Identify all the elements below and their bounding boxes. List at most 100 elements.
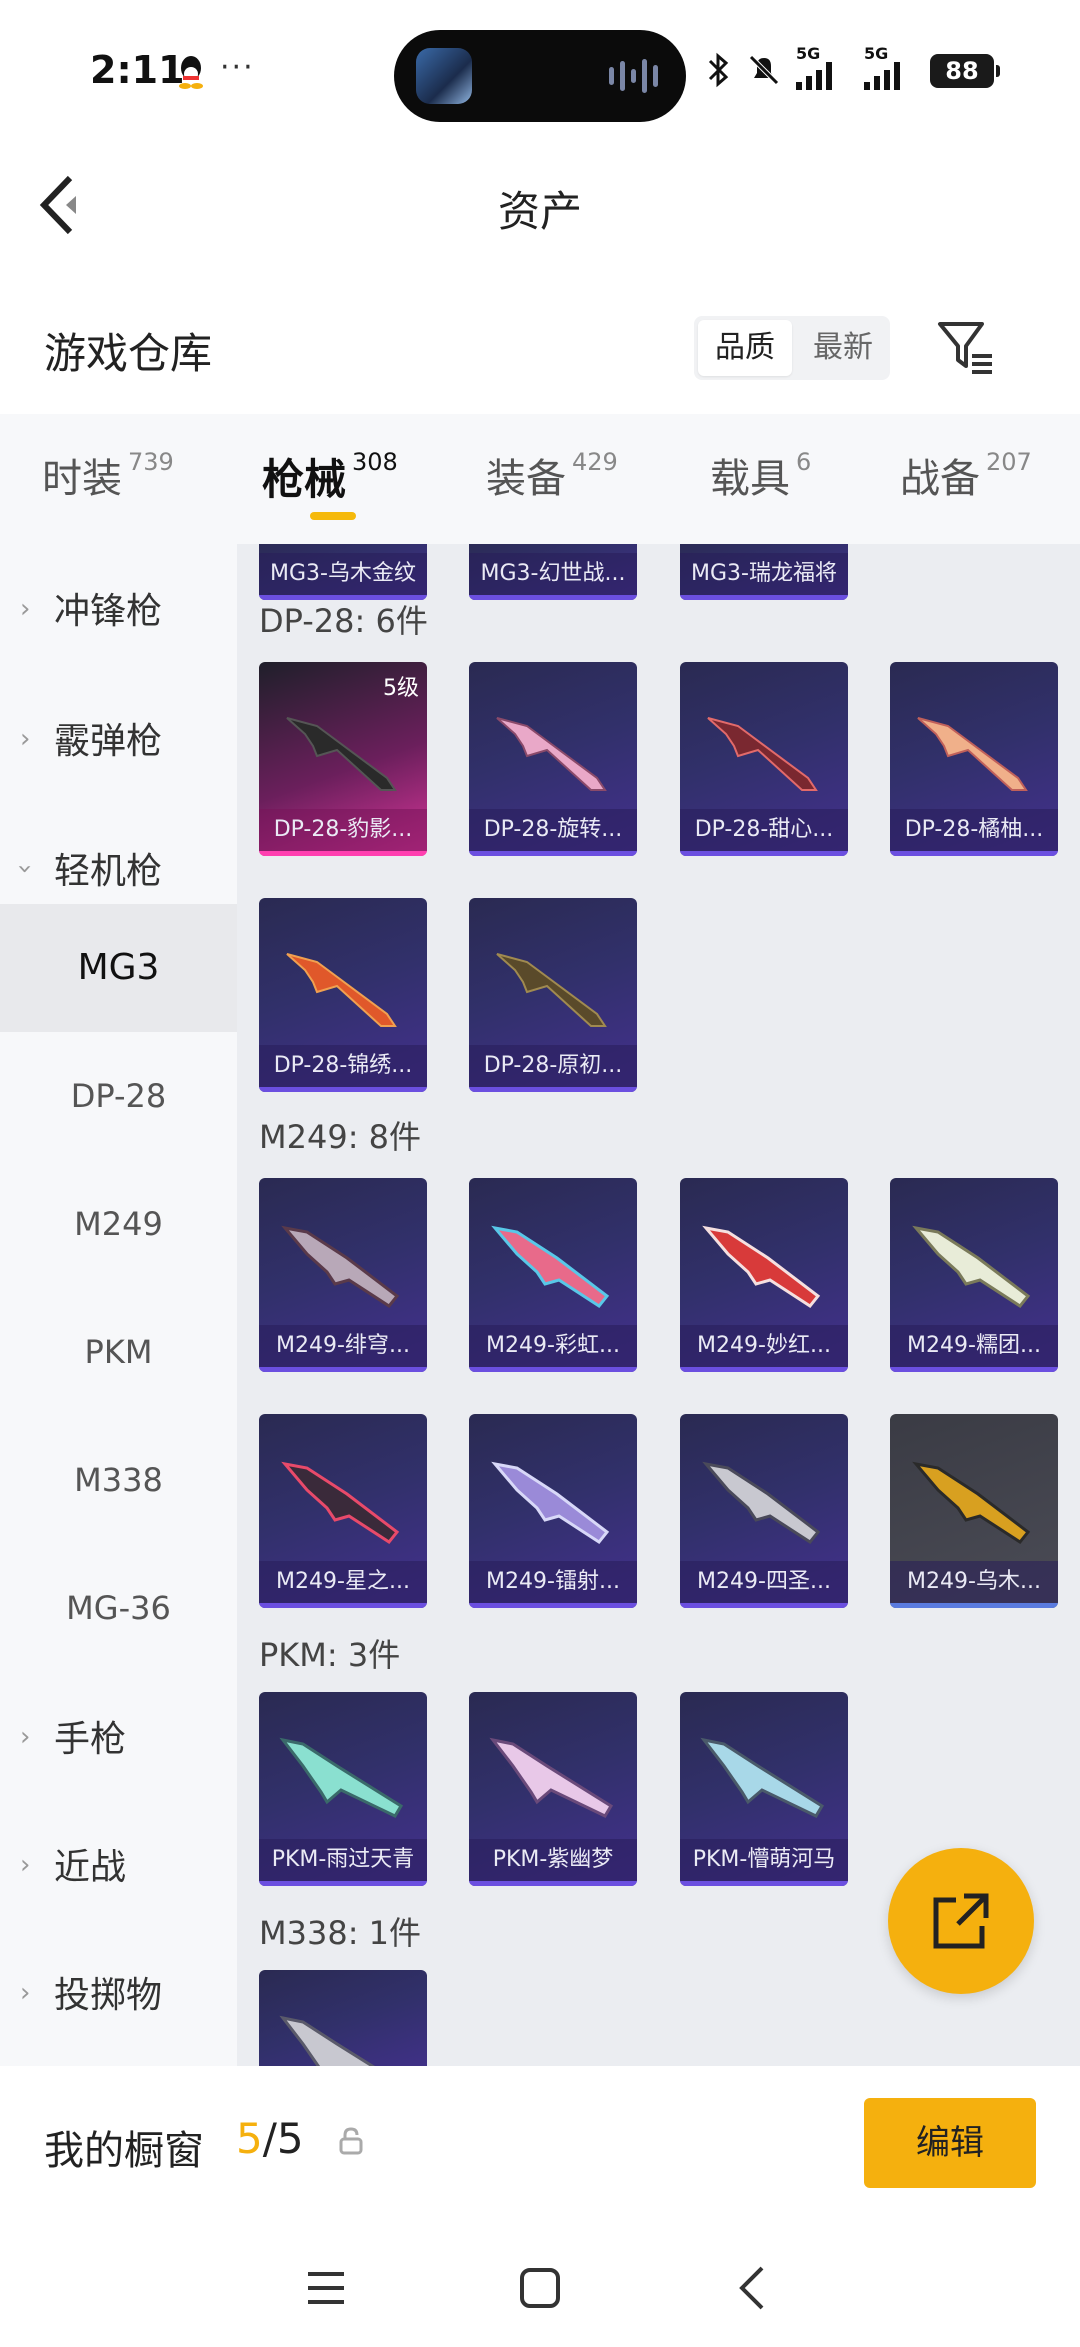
gun-icon [707,717,818,791]
item-label: DP-28-橘柚... [890,809,1058,851]
showcase-total: /5 [262,2114,304,2163]
gun-icon [496,953,607,1027]
signal-2-icon [864,62,900,90]
item-label: M249-妙红... [680,1325,848,1367]
section-title-m249: M249: 8件 [259,1118,422,1156]
tab-count: 739 [128,448,174,476]
sidebar-sub-dp28[interactable]: DP-28 [0,1032,237,1160]
sidebar-sub-mg3[interactable]: MG3 [0,904,237,1032]
item-card[interactable]: PKM-懵萌河马 [680,1692,848,1886]
section-title-pkm: PKM: 3件 [259,1636,401,1674]
tab-vehicles[interactable]: 载具 6 [710,446,811,504]
item-card[interactable]: DP-28-原初... [469,898,637,1092]
gun-icon [702,1461,821,1544]
item-card[interactable]: M249-绯穹... [259,1178,427,1372]
item-grid: MG3-乌木金纹 MG3-幻世战... MG3-瑞龙福将 DP-28: 6件 5… [237,544,1080,2066]
item-card[interactable]: MG3-乌木金纹 [259,544,427,600]
item-card[interactable]: M249-星之... [259,1414,427,1608]
item-card[interactable]: DP-28-甜心... [680,662,848,856]
showcase-count: 5/5 [236,2114,304,2163]
tab-equipment[interactable]: 装备 429 [486,446,618,504]
sidebar-sub-pkm[interactable]: PKM [0,1288,237,1416]
gun-icon [917,717,1028,791]
back-icon[interactable] [726,2260,782,2316]
edit-button[interactable]: 编辑 [864,2098,1036,2188]
item-label: PKM-懵萌河马 [680,1839,848,1881]
dynamic-island[interactable] [394,30,686,122]
sidebar-sub-m338[interactable]: M338 [0,1416,237,1544]
gun-icon [491,1461,610,1544]
mute-bell-icon [749,55,779,85]
item-card[interactable]: DP-28-橘柚... [890,662,1058,856]
item-card[interactable]: M249-四圣... [680,1414,848,1608]
menu-icon[interactable] [298,2260,354,2316]
filter-icon[interactable] [934,316,996,378]
sort-latest-button[interactable]: 最新 [796,316,890,380]
sidebar-item-label: 霰弹枪 [54,721,163,762]
item-card[interactable]: M249-乌木... [890,1414,1058,1608]
tab-label: 战备 [900,456,980,502]
gun-icon [491,1225,610,1308]
gun-icon [286,717,397,791]
item-label: M249-星之... [259,1561,427,1603]
item-card[interactable]: DP-28-旋转... [469,662,637,856]
item-label: M249-绯穹... [259,1325,427,1367]
item-card[interactable]: M249-镭射... [469,1414,637,1608]
sidebar-item-smg[interactable]: › 冲锋枪 [0,544,237,672]
sidebar-item-label: 手枪 [54,1719,127,1760]
warehouse-title: 游戏仓库 [44,329,213,378]
chevron-right-icon: › [20,1978,31,2008]
sidebar-item-melee[interactable]: › 近战 [0,1800,237,1928]
system-nav-bar [0,2226,1080,2347]
item-label: M249-镭射... [469,1561,637,1603]
gun-icon [279,2015,376,2066]
status-bar: 2:11 ··· 5G 5G 88 [0,0,1080,140]
item-label: MG3-瑞龙福将 [680,553,848,595]
category-tabs: 时装 739 枪械 308 装备 429 载具 6 战备 207 [0,414,1080,544]
sidebar-item-label: 轻机枪 [54,851,163,892]
gun-icon [281,1461,400,1544]
sidebar-item-pistol[interactable]: › 手枪 [0,1672,237,1800]
signal-1-icon [796,62,832,90]
share-fab-button[interactable] [888,1848,1034,1994]
tab-supplies[interactable]: 战备 207 [900,446,1032,504]
weapon-sidebar: › 冲锋枪 › 霰弹枪 › 轻机枪 MG3 DP-28 M249 PKM M33… [0,544,237,2066]
item-label: DP-28-原初... [469,1045,637,1087]
status-time: 2:11 [90,48,185,92]
sidebar-item-shotgun[interactable]: › 霰弹枪 [0,674,237,802]
home-icon[interactable] [512,2260,568,2316]
item-card[interactable]: M249-糯团... [890,1178,1058,1372]
item-card[interactable]: MG3-瑞龙福将 [680,544,848,600]
gun-icon [700,1737,825,1818]
sort-quality-button[interactable]: 品质 [698,320,792,376]
section-title-m338: M338: 1件 [259,1914,422,1952]
item-label: DP-28-锦绣... [259,1045,427,1087]
sidebar-sub-mg36[interactable]: MG-36 [0,1544,237,1672]
gun-icon [286,953,397,1027]
gun-icon [489,1737,614,1818]
sidebar-sub-m249[interactable]: M249 [0,1160,237,1288]
item-label: PKM-紫幽梦 [469,1839,637,1881]
item-card[interactable]: M249-妙红... [680,1178,848,1372]
sidebar-item-label: 近战 [54,1847,127,1888]
sidebar-item-label: 冲锋枪 [54,591,163,632]
tab-count: 6 [796,448,812,476]
showcase-current: 5 [236,2114,263,2163]
item-card[interactable]: DP-28-锦绣... [259,898,427,1092]
tab-firearms[interactable]: 枪械 308 [262,446,398,507]
tab-label: 枪械 [262,455,347,504]
active-tab-indicator [310,512,356,520]
item-card[interactable]: PKM-紫幽梦 [469,1692,637,1886]
gun-icon [912,1225,1031,1308]
item-card[interactable]: PKM-雨过天青 [259,1692,427,1886]
item-card[interactable]: M249-彩虹... [469,1178,637,1372]
item-card[interactable]: MG3-幻世战... [469,544,637,600]
item-label: DP-28-旋转... [469,809,637,851]
chevron-right-icon: › [20,724,31,754]
item-card[interactable]: 5级 DP-28-豹影... [259,662,427,856]
sidebar-item-throwable[interactable]: › 投掷物 [0,1928,237,2056]
battery-icon: 88 [930,54,1000,88]
tab-fashion[interactable]: 时装 739 [42,446,174,504]
item-card[interactable] [259,1970,427,2066]
game-thumbnail-icon [416,48,472,104]
